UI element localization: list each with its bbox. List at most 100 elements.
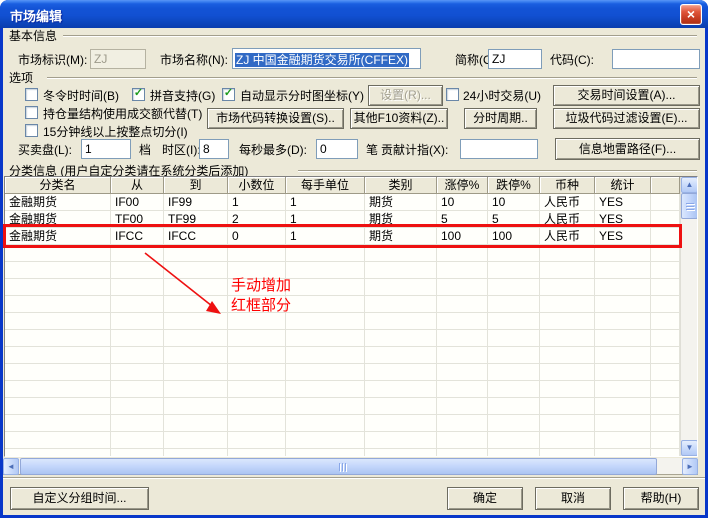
cell-empty [5, 398, 111, 415]
column-header-currency[interactable]: 币种 [540, 177, 595, 194]
other-f10-button[interactable]: 其他F10资料(Z).. [350, 108, 448, 129]
cell-empty [111, 313, 164, 330]
column-header-unit[interactable]: 每手单位 [286, 177, 365, 194]
cell-empty [595, 449, 651, 456]
column-header-stats[interactable]: 统计 [595, 177, 651, 194]
cell-empty [540, 449, 595, 456]
per-second-field[interactable] [316, 139, 358, 159]
timezone-field[interactable] [199, 139, 229, 159]
market-id-label: 市场标识(M): [18, 53, 87, 67]
basic-info-group-label: 基本信息 [9, 29, 57, 43]
24h-trading-checkbox[interactable] [446, 88, 459, 101]
column-header-name[interactable]: 分类名 [5, 177, 111, 194]
cell: 100 [437, 228, 488, 245]
cell-empty [365, 398, 437, 415]
table-row-highlighted[interactable]: 金融期货 IFCC IFCC 0 1 期货 100 100 人民币 YES [5, 228, 680, 245]
custom-group-time-button[interactable]: 自定义分组时间... [10, 487, 149, 510]
vertical-scrollbar-thumb[interactable] [681, 193, 698, 219]
cell-empty [365, 245, 437, 262]
horizontal-scrollbar-thumb[interactable] [20, 458, 657, 475]
pinyin-support-checkbox[interactable]: ✓ [132, 88, 145, 101]
cell-empty [286, 262, 365, 279]
cell-empty [365, 347, 437, 364]
cell-empty [286, 381, 365, 398]
trading-time-settings-button[interactable]: 交易时间设置(A)... [553, 85, 700, 106]
cell-empty [286, 364, 365, 381]
footer-divider [3, 477, 705, 479]
cell-empty [286, 330, 365, 347]
scroll-left-button[interactable]: ◄ [3, 458, 19, 475]
position-struct-checkbox[interactable] [25, 106, 38, 119]
cell-empty [5, 432, 111, 449]
cell: TF99 [164, 211, 228, 228]
contribution-index-field[interactable] [460, 139, 538, 159]
cell-empty [595, 398, 651, 415]
cell-empty [228, 330, 286, 347]
cell-empty [540, 279, 595, 296]
cell-empty [5, 381, 111, 398]
close-button[interactable]: × [680, 4, 702, 25]
cell-filler [651, 211, 680, 228]
cell-empty [365, 330, 437, 347]
annotation-text: 手动增加 红框部分 [231, 276, 291, 316]
column-header-type[interactable]: 类别 [365, 177, 437, 194]
cell-empty [111, 347, 164, 364]
ok-button[interactable]: 确定 [447, 487, 523, 510]
code-convert-settings-button[interactable]: 市场代码转换设置(S).. [207, 108, 344, 129]
market-name-selected-text: ZJ 中国金融期货交易所(CFFEX) [235, 53, 409, 67]
table-row[interactable]: 金融期货 TF00 TF99 2 1 期货 5 5 人民币 YES [5, 211, 680, 228]
code-field[interactable] [612, 49, 700, 69]
scroll-down-button[interactable]: ▼ [681, 440, 698, 456]
basic-info-group-line [63, 35, 697, 37]
title-bar[interactable]: 市场编辑 × [0, 0, 708, 28]
horizontal-scrollbar[interactable]: ◄ ► [3, 458, 698, 475]
cell: 5 [488, 211, 540, 228]
cell: 1 [228, 194, 286, 211]
cell: YES [595, 228, 651, 245]
cell-empty [164, 245, 228, 262]
cell-empty [651, 245, 680, 262]
help-button[interactable]: 帮助(H) [623, 487, 699, 510]
24h-trading-checkbox-label: 24小时交易(U) [463, 89, 541, 103]
column-header-limit-down[interactable]: 跌停% [488, 177, 540, 194]
minute-period-button[interactable]: 分时周期.. [464, 108, 537, 129]
market-name-field[interactable]: ZJ 中国金融期货交易所(CFFEX) [232, 48, 421, 69]
scroll-right-button[interactable]: ► [682, 458, 698, 475]
cell-empty [286, 432, 365, 449]
15min-split-checkbox[interactable] [25, 124, 38, 137]
cell-empty [488, 364, 540, 381]
junk-code-filter-button[interactable]: 垃圾代码过滤设置(E)... [553, 108, 700, 129]
cell-empty [286, 398, 365, 415]
short-name-field[interactable] [488, 49, 542, 69]
scroll-up-icon: ▲ [686, 180, 694, 189]
cell-empty [5, 364, 111, 381]
cell-filler [651, 228, 680, 245]
cell: 期货 [365, 228, 437, 245]
cancel-button[interactable]: 取消 [535, 487, 611, 510]
cell-empty [651, 330, 680, 347]
bid-ask-field[interactable] [81, 139, 131, 159]
info-mine-path-button[interactable]: 信息地雷路径(F)... [555, 138, 700, 160]
winter-time-checkbox[interactable] [25, 88, 38, 101]
cell-empty [540, 364, 595, 381]
column-header-limit-up[interactable]: 涨停% [437, 177, 488, 194]
table-row[interactable]: 金融期货 IF00 IF99 1 1 期货 10 10 人民币 YES [5, 194, 680, 211]
vertical-scrollbar[interactable]: ▲ ▼ [680, 177, 697, 456]
category-table-grid: 分类名 从 到 小数位 每手单位 类别 涨停% 跌停% 币种 统计 金融期货 I… [5, 177, 680, 456]
category-table: 分类名 从 到 小数位 每手单位 类别 涨停% 跌停% 币种 统计 金融期货 I… [4, 176, 698, 457]
column-header-decimals[interactable]: 小数位 [228, 177, 286, 194]
scrollbar-grip [339, 463, 340, 471]
auto-coord-checkbox[interactable]: ✓ [222, 88, 235, 101]
cell-empty [437, 432, 488, 449]
column-header-from[interactable]: 从 [111, 177, 164, 194]
cell-empty [595, 432, 651, 449]
table-empty-row [5, 398, 680, 415]
column-header-to[interactable]: 到 [164, 177, 228, 194]
contribution-index-label: 贡献计指(X): [381, 143, 448, 157]
scroll-up-button[interactable]: ▲ [681, 177, 698, 193]
winter-time-checkbox-label: 冬令时时间(B) [43, 89, 119, 103]
timezone-label: 时区(I): [162, 143, 201, 157]
cell-empty [164, 279, 228, 296]
options-group-label: 选项 [9, 71, 33, 85]
table-header-row: 分类名 从 到 小数位 每手单位 类别 涨停% 跌停% 币种 统计 [5, 177, 680, 194]
